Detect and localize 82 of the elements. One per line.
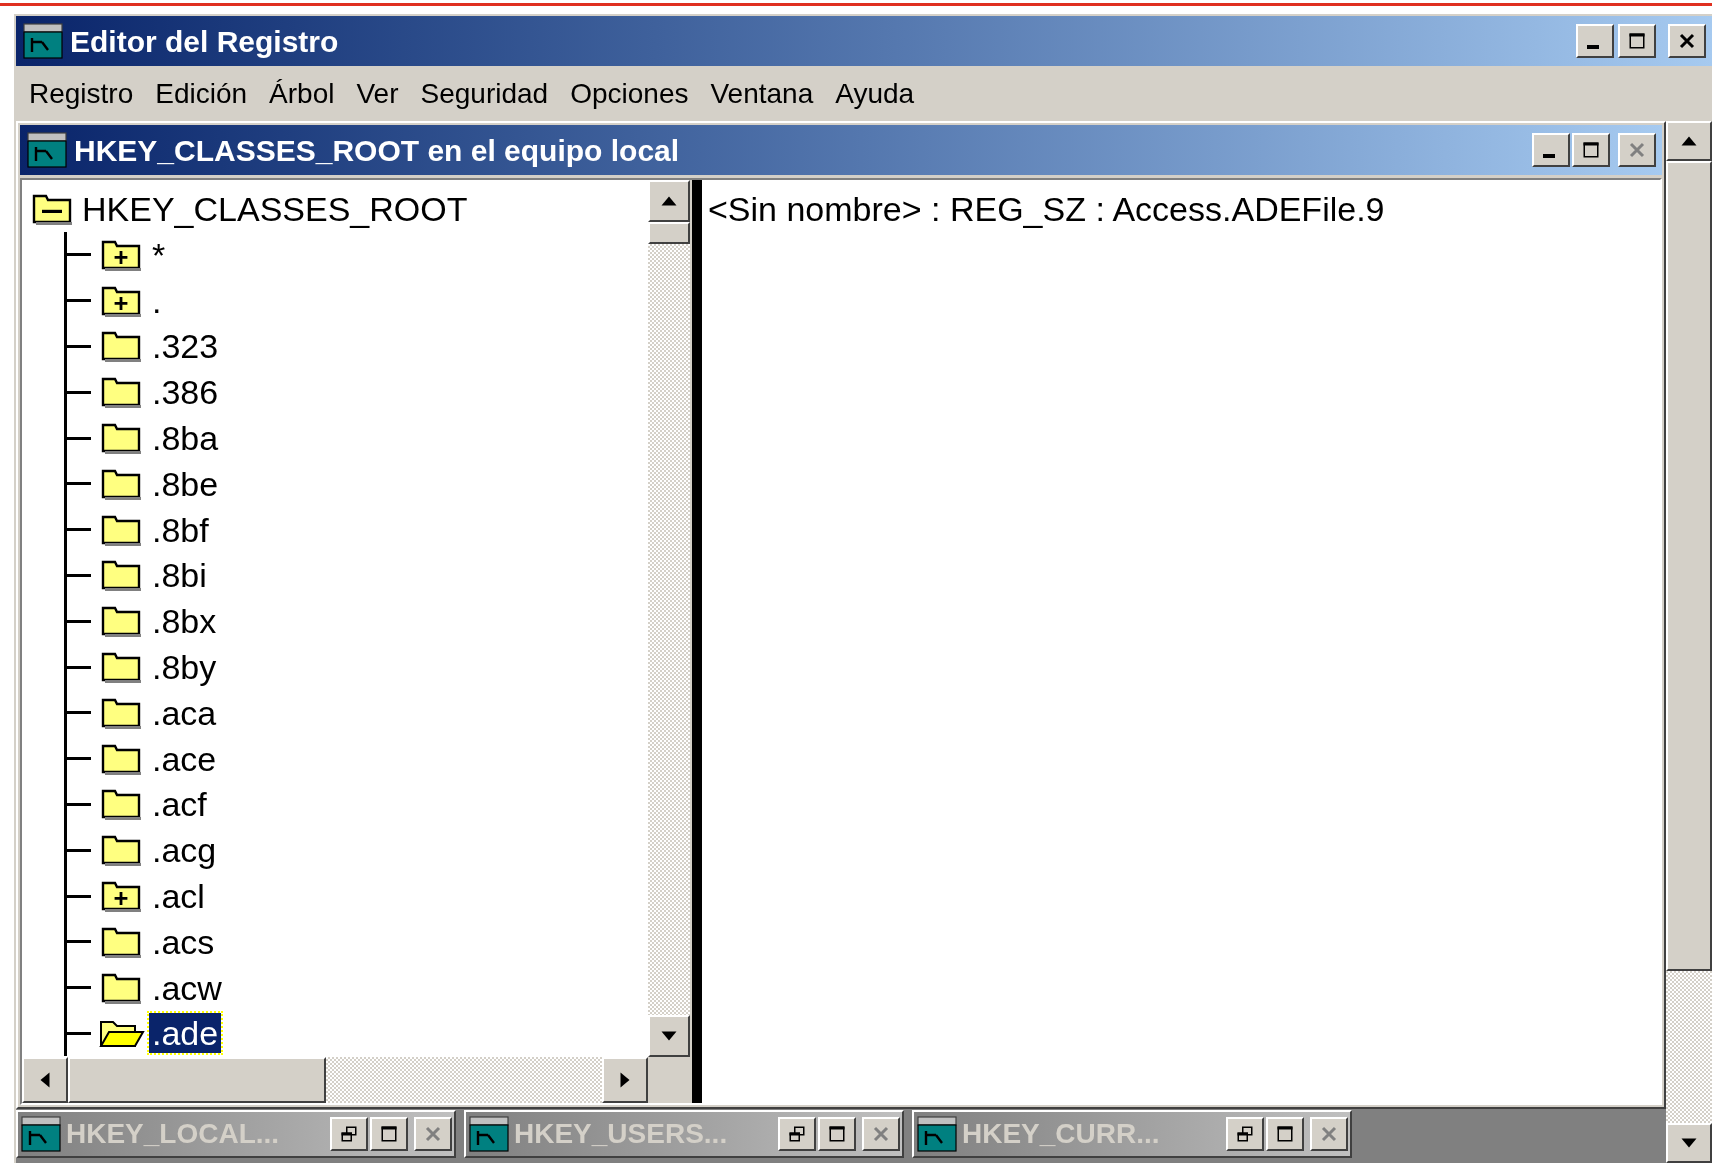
tree-item[interactable]: .323: [149, 326, 222, 367]
restore-button[interactable]: [330, 1117, 368, 1151]
restore-button[interactable]: [1226, 1117, 1264, 1151]
child-window-title: HKEY_CLASSES_ROOT en el equipo local: [74, 132, 680, 169]
tree-item[interactable]: .8bf: [149, 509, 212, 550]
maximize-icon: [1582, 141, 1600, 159]
menu-item[interactable]: Registro: [20, 72, 143, 115]
minimize-icon: [1587, 45, 1599, 49]
close-button[interactable]: [1310, 1117, 1348, 1151]
tree-item[interactable]: .8bx: [149, 601, 220, 642]
vertical-scrollbar[interactable]: [648, 180, 690, 1057]
registry-app-icon: [20, 1115, 62, 1153]
tree-item[interactable]: .8ba: [149, 418, 222, 459]
maximize-icon: [1628, 32, 1646, 50]
scroll-right-button[interactable]: [602, 1057, 648, 1103]
scroll-thumb[interactable]: [1666, 161, 1712, 971]
close-button[interactable]: [414, 1117, 452, 1151]
tree-item[interactable]: .acs: [149, 921, 218, 962]
tree-item[interactable]: .ace: [149, 738, 220, 779]
maximize-icon: [828, 1125, 846, 1143]
close-icon: [1320, 1125, 1338, 1143]
menu-item[interactable]: Opciones: [561, 72, 698, 115]
tree-item[interactable]: .386: [149, 372, 222, 413]
tree-item[interactable]: .: [149, 280, 165, 321]
scroll-left-button[interactable]: [22, 1057, 68, 1103]
tree-item[interactable]: .8bi: [149, 555, 210, 596]
registry-app-icon: [22, 22, 64, 60]
maximize-button[interactable]: [1572, 133, 1610, 167]
tree-item[interactable]: .aca: [149, 692, 220, 733]
close-button[interactable]: [1668, 24, 1706, 58]
scroll-up-button[interactable]: [1666, 121, 1712, 161]
registry-app-icon: [916, 1115, 958, 1153]
maximize-icon: [1276, 1125, 1294, 1143]
menu-item[interactable]: Ayuda: [826, 72, 924, 115]
minimize-button[interactable]: [1576, 24, 1614, 58]
minimized-window-title: HKEY_CURR...: [962, 1117, 1160, 1151]
scroll-down-button[interactable]: [1666, 1123, 1712, 1163]
window-title: Editor del Registro: [70, 23, 339, 60]
maximize-button[interactable]: [818, 1117, 856, 1151]
tree-item[interactable]: .8by: [149, 647, 220, 688]
maximize-button[interactable]: [370, 1117, 408, 1151]
restore-button[interactable]: [778, 1117, 816, 1151]
maximize-button[interactable]: [1618, 24, 1656, 58]
close-icon: [424, 1125, 442, 1143]
minimize-button[interactable]: [1532, 133, 1570, 167]
tree-item[interactable]: .ade: [149, 1013, 222, 1054]
scroll-up-button[interactable]: [648, 180, 690, 222]
scrollbar-corner: [648, 1057, 690, 1103]
restore-icon: [788, 1125, 806, 1143]
registry-app-icon: [468, 1115, 510, 1153]
restore-icon: [340, 1125, 358, 1143]
tree-item[interactable]: *: [149, 234, 169, 275]
restore-icon: [1236, 1125, 1254, 1143]
tree-item[interactable]: .acw: [149, 967, 225, 1008]
minimize-icon: [1543, 154, 1555, 158]
scroll-thumb[interactable]: [68, 1057, 326, 1103]
minimized-window-title: HKEY_USERS...: [514, 1117, 728, 1151]
close-icon: [1628, 141, 1646, 159]
close-button[interactable]: [1618, 133, 1656, 167]
scroll-thumb[interactable]: [648, 222, 690, 244]
vertical-scrollbar[interactable]: [1666, 121, 1712, 1163]
menu-item[interactable]: Ventana: [701, 72, 823, 115]
close-button[interactable]: [862, 1117, 900, 1151]
menu-item[interactable]: Ver: [347, 72, 408, 115]
tree-item[interactable]: .acl: [149, 876, 208, 917]
tree-item[interactable]: .8be: [149, 463, 222, 504]
horizontal-scrollbar[interactable]: [22, 1057, 648, 1103]
tree-item[interactable]: .acf: [149, 784, 210, 825]
splitter[interactable]: [690, 180, 702, 1103]
registry-app-icon: [26, 131, 68, 169]
minimized-window-title: HKEY_LOCAL...: [66, 1117, 280, 1151]
menu-item[interactable]: Edición: [146, 72, 257, 115]
maximize-icon: [380, 1125, 398, 1143]
menu-item[interactable]: Seguridad: [411, 72, 558, 115]
close-icon: [872, 1125, 890, 1143]
close-icon: [1678, 32, 1696, 50]
scroll-down-button[interactable]: [648, 1015, 690, 1057]
maximize-button[interactable]: [1266, 1117, 1304, 1151]
value-entry[interactable]: <Sin nombre> : REG_SZ : Access.ADEFile.9: [708, 188, 1660, 231]
tree-item[interactable]: HKEY_CLASSES_ROOT: [82, 192, 468, 226]
menu-item[interactable]: Árbol: [260, 72, 344, 115]
tree-item[interactable]: .acg: [149, 830, 220, 871]
